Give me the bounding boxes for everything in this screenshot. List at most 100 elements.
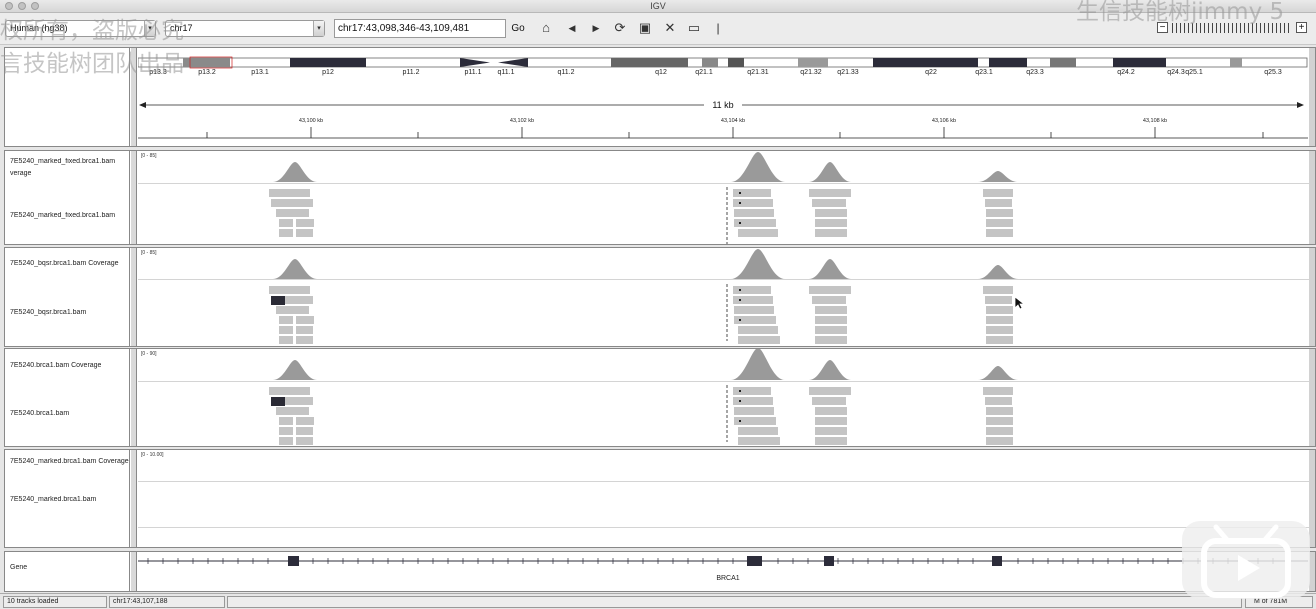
resize-to-window-icon[interactable]: ▣ xyxy=(637,20,653,36)
read-alignment[interactable] xyxy=(276,306,309,314)
read-alignment[interactable] xyxy=(986,219,1013,227)
read-alignment[interactable] xyxy=(986,407,1013,415)
read-alignment[interactable] xyxy=(271,199,313,207)
read-alignment[interactable] xyxy=(815,336,847,344)
track-data-2[interactable]: [0 - 85] xyxy=(138,248,1309,346)
read-alignment[interactable] xyxy=(733,189,771,197)
read-alignment[interactable] xyxy=(738,336,780,344)
read-alignment[interactable] xyxy=(809,189,851,197)
back-icon[interactable]: ◀ xyxy=(564,20,580,36)
coverage-peak[interactable] xyxy=(731,249,785,279)
coverage-peak[interactable] xyxy=(809,162,851,182)
read-alignment[interactable] xyxy=(738,326,778,334)
gene-track-name[interactable]: Gene xyxy=(10,564,27,571)
read-alignment[interactable] xyxy=(269,286,310,294)
coverage-peak[interactable] xyxy=(809,259,851,279)
coverage-peak[interactable] xyxy=(731,348,785,380)
read-alignment[interactable] xyxy=(983,189,1013,197)
read-alignment[interactable] xyxy=(733,286,771,294)
read-alignment[interactable] xyxy=(986,316,1013,324)
read-alignment[interactable] xyxy=(815,417,847,425)
read-alignment[interactable] xyxy=(296,326,313,334)
read-alignment[interactable] xyxy=(983,286,1013,294)
read-alignment[interactable] xyxy=(809,286,851,294)
read-alignment[interactable] xyxy=(279,326,293,334)
read-alignment[interactable] xyxy=(738,427,778,435)
highlighted-read[interactable] xyxy=(271,397,285,406)
read-alignment[interactable] xyxy=(809,387,851,395)
locus-input[interactable]: chr17:43,098,346-43,109,481 xyxy=(334,19,506,38)
home-icon[interactable]: ⌂ xyxy=(538,20,554,36)
coverage-peak[interactable] xyxy=(273,162,317,182)
alignment-track-name[interactable]: 7E5240.brca1.bam xyxy=(10,410,69,417)
gene-exon[interactable] xyxy=(288,556,299,566)
ruler-svg[interactable]: p13.3 p13.2 p13.1 p12 p11.2 p11.1 q11.1 q11.2 q1… xyxy=(137,48,1309,146)
read-alignment[interactable] xyxy=(986,437,1013,445)
chromosome-select[interactable]: chr17 ▾ xyxy=(165,20,325,37)
read-alignment[interactable] xyxy=(812,296,846,304)
coverage-peak[interactable] xyxy=(809,360,851,380)
zoom-slider[interactable] xyxy=(1172,23,1292,33)
coverage-track-name[interactable]: 7E5240_marked.brca1.bam Coverage xyxy=(10,458,129,465)
read-alignment[interactable] xyxy=(279,427,293,435)
read-alignment[interactable] xyxy=(734,209,774,217)
read-alignment[interactable] xyxy=(296,437,313,445)
read-alignment[interactable] xyxy=(279,336,293,344)
read-alignment[interactable] xyxy=(812,397,846,405)
track-data-3[interactable]: [0 - 90] xyxy=(138,348,1309,446)
read-alignment[interactable] xyxy=(734,407,774,415)
gene-exon[interactable] xyxy=(992,556,1002,566)
read-alignment[interactable] xyxy=(985,397,1012,405)
popup-text-icon[interactable]: ▭ xyxy=(686,20,702,36)
read-alignment[interactable] xyxy=(738,437,780,445)
gene-exon[interactable] xyxy=(824,556,834,566)
read-alignment[interactable] xyxy=(986,326,1013,334)
coverage-peak[interactable] xyxy=(978,171,1018,182)
read-alignment[interactable] xyxy=(734,306,774,314)
read-alignment[interactable] xyxy=(986,417,1013,425)
highlighted-read[interactable] xyxy=(271,296,285,305)
gene-track-svg[interactable]: BRCA1 xyxy=(138,552,1309,591)
read-alignment[interactable] xyxy=(815,437,847,445)
coverage-track-name[interactable]: 7E5240_marked_fixed.brca1.bam xyxy=(10,158,115,165)
coverage-peak[interactable] xyxy=(978,265,1018,279)
coverage-track-name-2[interactable]: verage xyxy=(10,170,31,177)
read-alignment[interactable] xyxy=(815,219,847,227)
track-scrollbar[interactable] xyxy=(1309,248,1315,346)
go-button[interactable]: Go xyxy=(508,21,528,36)
track-data-4[interactable]: [0 - 10.00] xyxy=(138,450,1309,547)
read-alignment[interactable] xyxy=(279,219,293,227)
track-svg[interactable] xyxy=(138,151,1309,244)
forward-icon[interactable]: ▶ xyxy=(588,20,604,36)
read-alignment[interactable] xyxy=(986,209,1013,217)
read-alignment[interactable] xyxy=(733,387,771,395)
read-alignment[interactable] xyxy=(815,427,847,435)
read-alignment[interactable] xyxy=(986,306,1013,314)
read-alignment[interactable] xyxy=(985,199,1012,207)
read-alignment[interactable] xyxy=(812,199,846,207)
coverage-peak[interactable] xyxy=(273,360,317,380)
read-alignment[interactable] xyxy=(296,219,314,227)
read-alignment[interactable] xyxy=(296,417,314,425)
header-scrollbar[interactable] xyxy=(1309,48,1315,146)
read-alignment[interactable] xyxy=(276,209,309,217)
read-alignment[interactable] xyxy=(738,229,778,237)
read-alignment[interactable] xyxy=(986,336,1013,344)
read-alignment[interactable] xyxy=(815,407,847,415)
track-svg[interactable] xyxy=(138,348,1309,446)
coverage-peak[interactable] xyxy=(273,259,317,279)
read-alignment[interactable] xyxy=(276,407,309,415)
refresh-icon[interactable]: ⟳ xyxy=(612,20,628,36)
gene-track-data[interactable]: BRCA1 xyxy=(138,552,1309,591)
region-of-interest-icon[interactable]: ✕ xyxy=(662,20,678,36)
track-scrollbar[interactable] xyxy=(1309,349,1315,446)
track-data-1[interactable]: [0 - 85] xyxy=(138,151,1309,244)
read-alignment[interactable] xyxy=(815,316,847,324)
read-alignment[interactable] xyxy=(815,229,847,237)
ruler-cursor-icon[interactable]: | xyxy=(710,20,726,36)
read-alignment[interactable] xyxy=(815,326,847,334)
read-alignment[interactable] xyxy=(986,229,1013,237)
gene-exon[interactable] xyxy=(747,556,762,566)
read-alignment[interactable] xyxy=(279,316,293,324)
read-alignment[interactable] xyxy=(815,209,847,217)
